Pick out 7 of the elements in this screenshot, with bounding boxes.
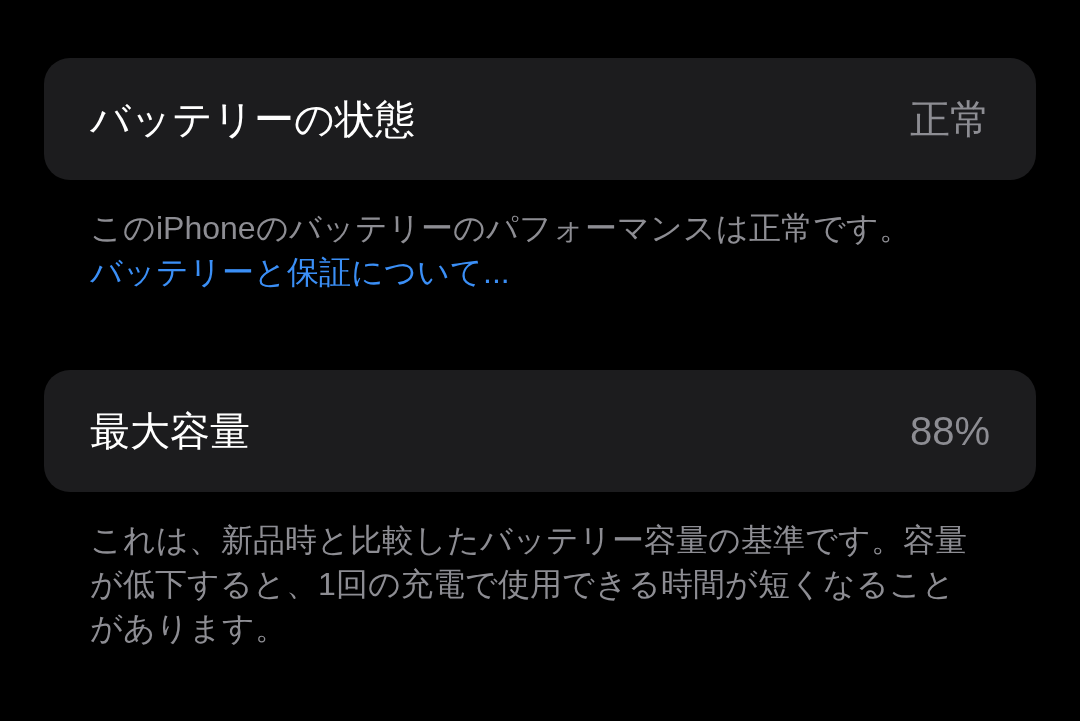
row-label: 最大容量 <box>90 408 250 455</box>
footer-text: このiPhoneのバッテリーのパフォーマンスは正常です。 <box>90 209 912 248</box>
row-label: バッテリーの状態 <box>90 96 415 143</box>
info-link[interactable]: バッテリーと保証について... <box>90 250 510 294</box>
row-value: 88% <box>909 408 990 455</box>
row-value: 正常 <box>910 96 990 143</box>
footer-text: これは、新品時と比較したバッテリー容量の基準です。容量が低下すると、1回の充電で使用できる時間が短くなることがあります。 <box>90 521 968 648</box>
